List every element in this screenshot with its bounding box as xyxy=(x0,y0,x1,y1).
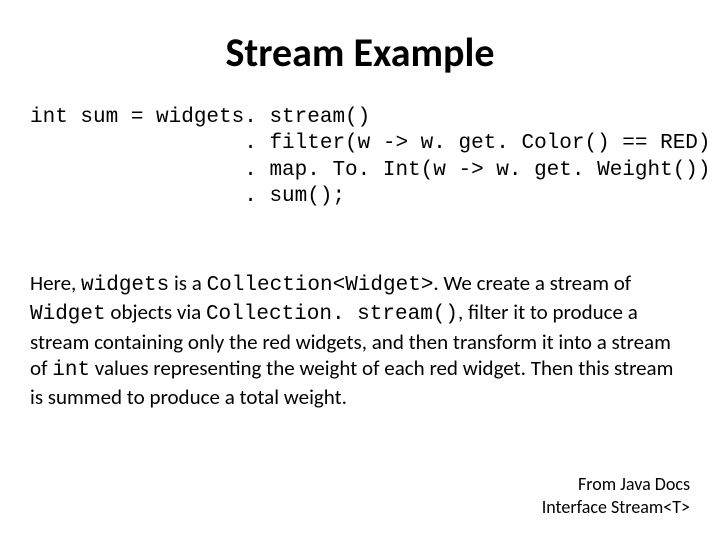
desc-code: widgets xyxy=(81,274,169,297)
desc-text: is a xyxy=(169,270,206,296)
desc-code: Collection. stream() xyxy=(206,303,458,326)
footer-line: Interface Stream<T> xyxy=(542,496,690,519)
desc-text: values representing the weight of each r… xyxy=(30,355,673,410)
desc-text: objects via xyxy=(106,299,206,325)
desc-text: Here, xyxy=(30,270,81,296)
desc-code: Widget xyxy=(30,303,106,326)
desc-code: Collection<Widget> xyxy=(207,274,434,297)
footer-line: From Java Docs xyxy=(542,473,690,496)
slide: Stream Example int sum = widgets. stream… xyxy=(0,0,720,540)
code-block: int sum = widgets. stream() . filter(w -… xyxy=(30,105,690,210)
desc-text: . We create a stream of xyxy=(433,270,631,296)
desc-code: int xyxy=(52,359,90,382)
description: Here, widgets is a Collection<Widget>. W… xyxy=(30,270,690,410)
footer: From Java Docs Interface Stream<T> xyxy=(542,473,690,518)
slide-title: Stream Example xyxy=(30,28,690,77)
